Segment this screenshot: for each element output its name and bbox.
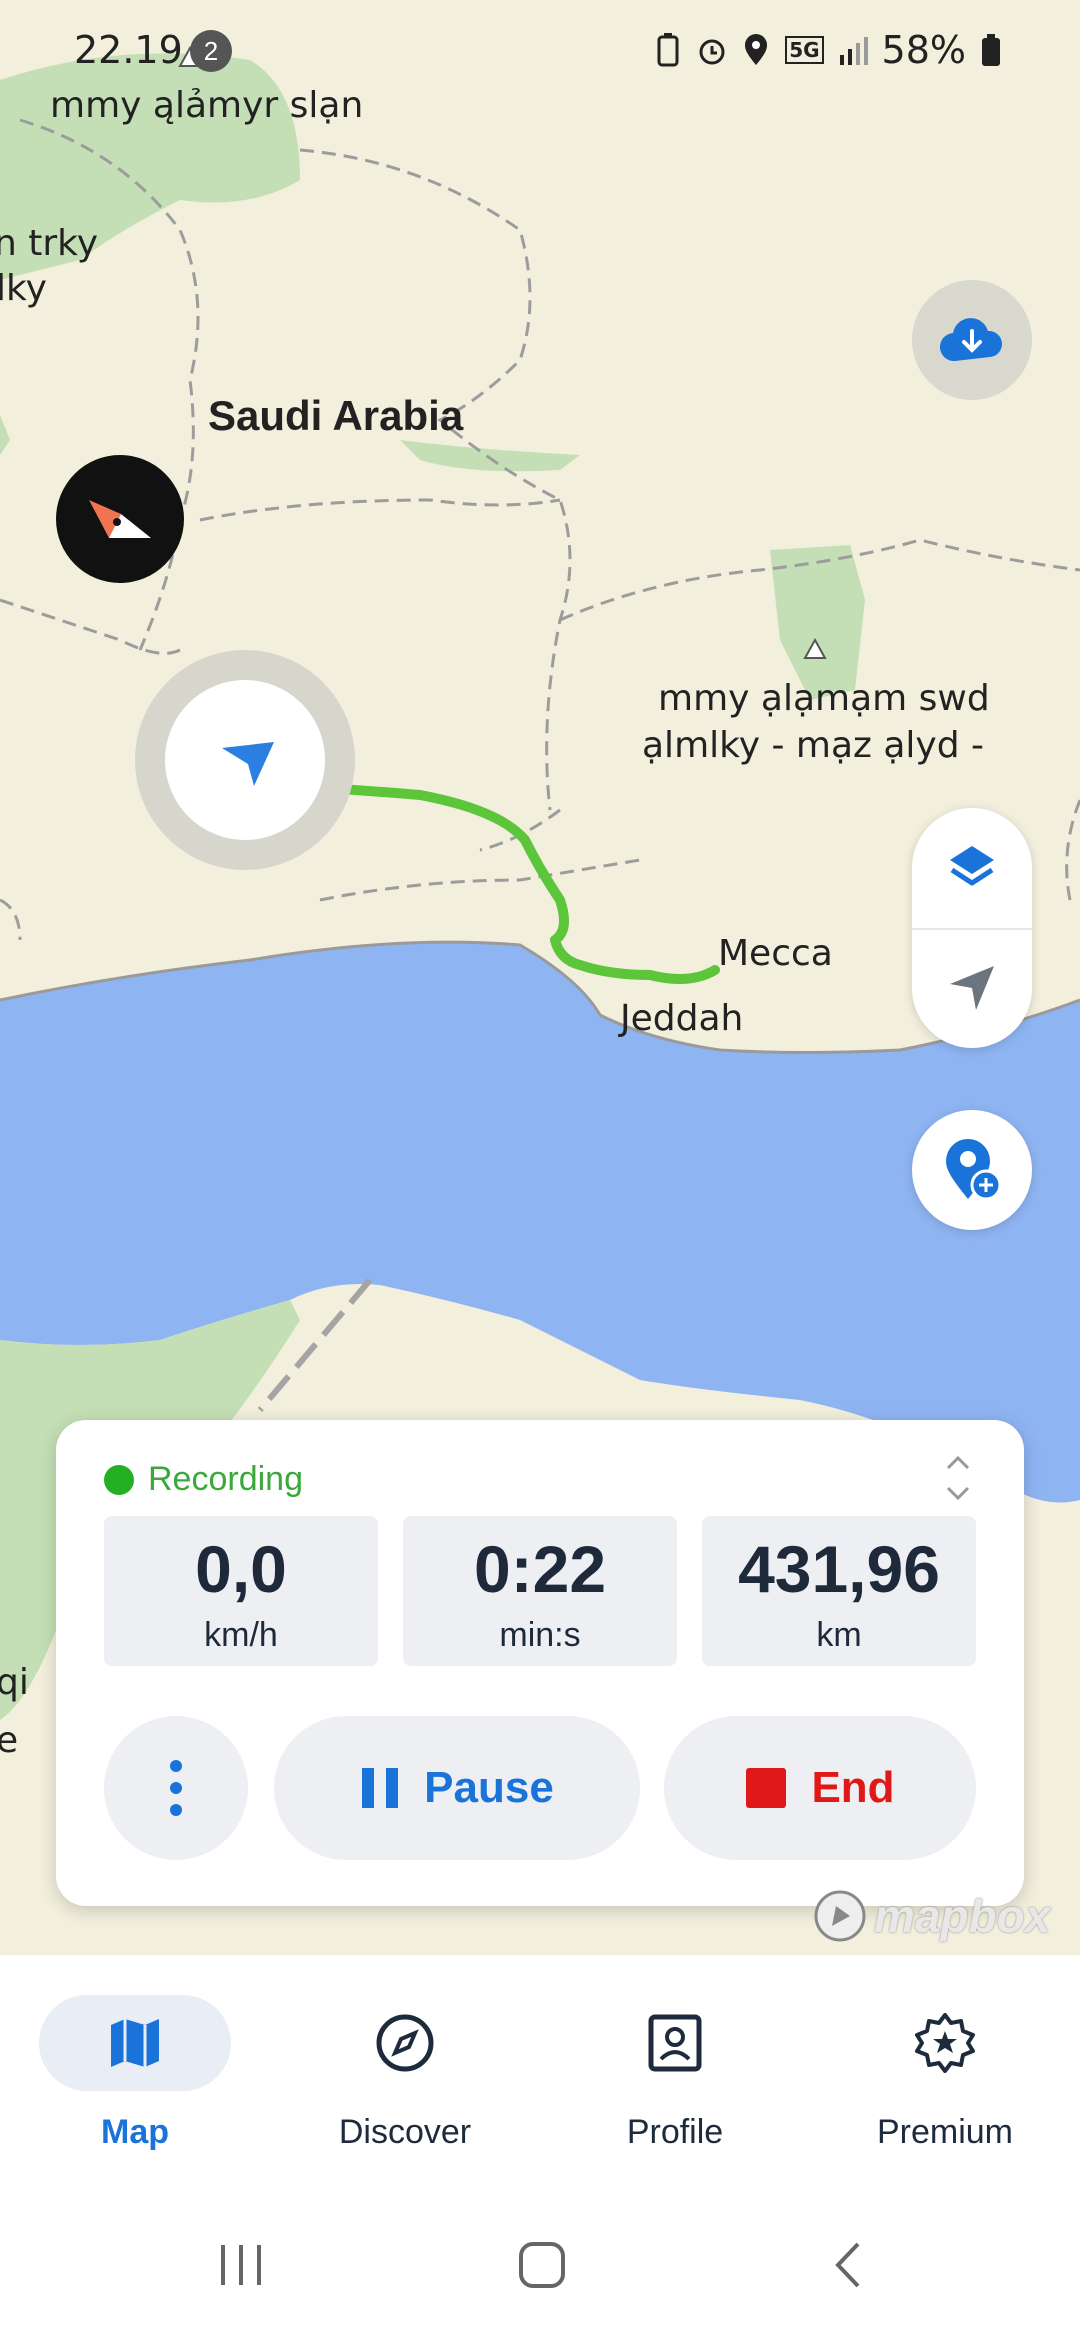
expand-collapse-icon[interactable] (940, 1450, 976, 1506)
back-button[interactable] (808, 2230, 888, 2300)
signal-icon (839, 37, 868, 65)
more-vertical-icon (170, 1760, 182, 1816)
speed-stat: 0,0 km/h (104, 1516, 378, 1666)
more-options-button[interactable] (104, 1716, 248, 1860)
status-bar: 22.19 2 5G 58% (0, 0, 1080, 100)
cloud-download-icon (939, 318, 1003, 362)
nav-item-premium[interactable]: Premium (810, 1995, 1080, 2152)
back-chevron-icon (835, 2242, 860, 2288)
alarm-icon (699, 39, 725, 65)
map-layers-button[interactable] (912, 808, 1032, 928)
map-label-reserve-2: ạlmlky - mạz ạlyd - (642, 725, 984, 766)
nav-label-profile: Profile (626, 2113, 724, 2151)
map-label-edge-2: e (0, 1720, 19, 1761)
map-controls-group (912, 808, 1032, 1048)
duration-unit: min:s (499, 1616, 581, 1654)
end-label: End (811, 1763, 895, 1812)
locate-me-button[interactable] (912, 928, 1032, 1048)
mapbox-logo-icon (814, 1890, 866, 1942)
user-location-arrow-icon (222, 742, 274, 786)
distance-value: 431,96 (738, 1532, 940, 1606)
recording-panel: Recording 0,0 km/h 0:22 min:s 431,96 km … (56, 1420, 1024, 1906)
battery-icon (982, 34, 1000, 66)
offline-download-button[interactable] (912, 280, 1032, 400)
recent-apps-button[interactable] (202, 2230, 282, 2300)
pause-button[interactable]: Pause (274, 1716, 640, 1860)
pause-label: Pause (424, 1763, 554, 1812)
map-label-country: Saudi Arabia (208, 392, 464, 439)
nav-label-premium: Premium (876, 2113, 1014, 2151)
mapbox-attribution[interactable]: mapbox (812, 1888, 1050, 1944)
home-button[interactable] (502, 2230, 582, 2300)
mapbox-label: mapbox (874, 1890, 1051, 1942)
layers-icon (950, 846, 994, 886)
recording-indicator-dot (104, 1464, 134, 1495)
speed-value: 0,0 (195, 1532, 287, 1606)
notification-count-badge: 2 (190, 30, 232, 72)
add-location-pin-icon (946, 1139, 1002, 1201)
duration-stat: 0:22 min:s (403, 1516, 677, 1666)
navigation-arrow-icon (950, 966, 994, 1010)
end-button[interactable]: End (664, 1716, 976, 1860)
network-type: 5G (785, 36, 824, 64)
nav-label-map: Map (101, 2113, 169, 2151)
nav-item-profile[interactable]: Profile (540, 1995, 810, 2152)
pause-icon (362, 1768, 399, 1808)
nav-label-discover: Discover (338, 2113, 472, 2151)
map-label-region-west-1: n trky (0, 223, 99, 264)
speed-unit: km/h (204, 1616, 278, 1654)
map-compass-button[interactable] (56, 455, 184, 583)
star-badge-icon (915, 2013, 975, 2073)
add-waypoint-button[interactable] (912, 1110, 1032, 1230)
profile-icon (648, 2014, 702, 2072)
map-label-region-west-2: lky (0, 268, 47, 309)
compass-icon (376, 2014, 434, 2072)
nav-item-discover[interactable]: Discover (270, 1995, 540, 2152)
map-label-reserve-1: mmy ạlạmạm swd (658, 678, 990, 719)
nav-item-map[interactable]: Map (0, 1995, 270, 2152)
recording-status-label: Recording (148, 1460, 303, 1498)
battery-percent: 58% (881, 28, 966, 72)
duration-value: 0:22 (473, 1532, 607, 1606)
map-label-edge-1: qi (0, 1662, 29, 1703)
bottom-navigation: Map Discover Profile Premium (0, 1955, 1080, 2190)
distance-unit: km (816, 1616, 862, 1654)
distance-stat: 431,96 km (702, 1516, 976, 1666)
system-navigation-bar (0, 2190, 1080, 2340)
recording-status: Recording (104, 1460, 303, 1499)
location-icon (745, 34, 768, 65)
recents-icon (221, 2245, 261, 2285)
stop-icon (746, 1768, 787, 1808)
battery-saver-icon (657, 33, 679, 67)
map-icon (111, 2019, 159, 2067)
map-label-city-jeddah: Jeddah (620, 998, 744, 1039)
home-icon (519, 2242, 565, 2288)
compass-needle-icon (89, 500, 151, 538)
map-label-city-mecca: Mecca (718, 933, 833, 974)
status-time: 22.19 (74, 28, 183, 72)
